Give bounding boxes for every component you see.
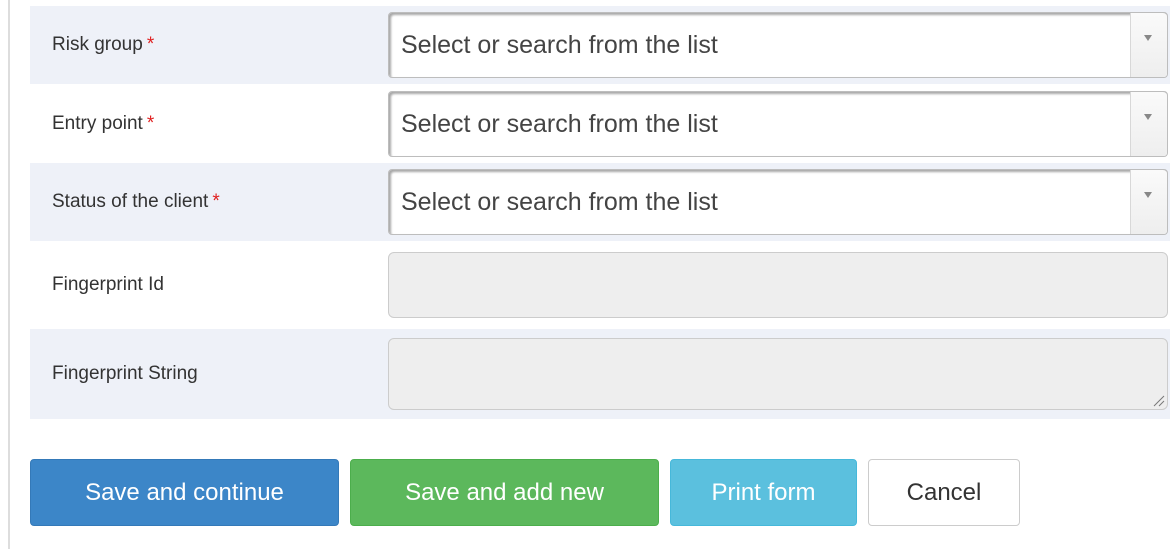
label-text: Entry point (52, 112, 143, 134)
field-label-status-of-client: Status of the client * (30, 191, 388, 213)
form-row-fingerprint-string: Fingerprint String (30, 329, 1170, 419)
required-marker: * (146, 112, 155, 134)
dropdown-toggle[interactable] (1130, 170, 1167, 234)
form-row-risk-group: Risk group * Select or search from the li… (30, 6, 1170, 84)
form-actions: Save and continue Save and add new Print… (30, 459, 1031, 526)
field-label-entry-point: Entry point * (30, 113, 388, 135)
label-text: Fingerprint Id (52, 274, 164, 295)
form-row-fingerprint-id: Fingerprint Id (30, 241, 1170, 329)
risk-group-select[interactable]: Select or search from the list (388, 12, 1168, 78)
entry-point-select[interactable]: Select or search from the list (388, 90, 1168, 157)
select-placeholder: Select or search from the list (401, 31, 718, 59)
dropdown-toggle[interactable] (1130, 13, 1167, 77)
client-form: Risk group * Select or search from the li… (30, 6, 1170, 419)
chevron-down-icon (1144, 35, 1152, 41)
select-placeholder: Select or search from the list (401, 188, 718, 216)
print-form-button[interactable]: Print form (670, 459, 857, 526)
fingerprint-id-input[interactable] (388, 252, 1168, 318)
page: Risk group * Select or search from the li… (0, 0, 1170, 549)
left-divider (8, 0, 10, 549)
required-marker: * (146, 34, 155, 55)
field-label-risk-group: Risk group * (30, 34, 388, 56)
label-text: Status of the client (52, 191, 209, 212)
form-row-status-of-client: Status of the client * Select or search f… (30, 163, 1170, 241)
cancel-button[interactable]: Cancel (868, 459, 1020, 526)
status-of-client-select[interactable]: Select or search from the list (388, 169, 1168, 235)
field-label-fingerprint-id: Fingerprint Id (30, 274, 388, 296)
form-row-entry-point: Entry point * Select or search from the l… (30, 84, 1170, 163)
chevron-down-icon (1144, 192, 1152, 198)
fingerprint-string-textarea[interactable] (388, 338, 1168, 410)
label-text: Risk group (52, 34, 143, 55)
save-and-add-new-button[interactable]: Save and add new (350, 459, 659, 526)
resize-handle-icon[interactable] (1151, 393, 1165, 407)
dropdown-toggle[interactable] (1130, 91, 1167, 156)
chevron-down-icon (1144, 113, 1152, 120)
label-text: Fingerprint String (52, 363, 198, 384)
save-and-continue-button[interactable]: Save and continue (30, 459, 339, 526)
required-marker: * (212, 191, 220, 212)
select-placeholder: Select or search from the list (401, 109, 718, 138)
field-label-fingerprint-string: Fingerprint String (30, 363, 388, 385)
